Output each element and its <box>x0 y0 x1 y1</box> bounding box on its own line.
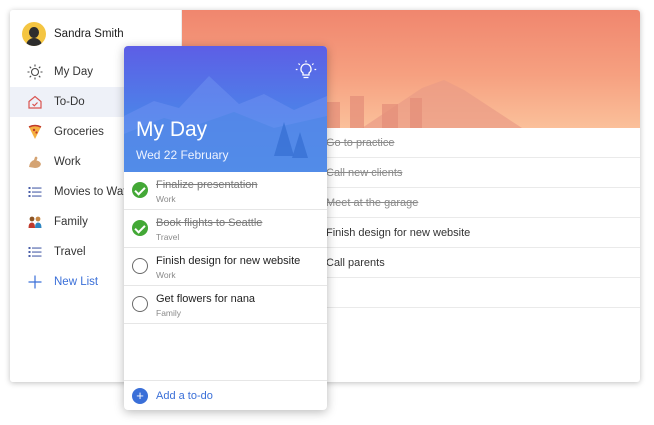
home-icon <box>26 93 44 111</box>
task-title: Finalize presentation <box>156 179 258 191</box>
task-list-name: Travel <box>156 232 180 242</box>
add-todo-button[interactable]: + Add a to-do <box>124 380 327 410</box>
sidebar-item-label: Family <box>54 216 88 228</box>
task-title: Get flowers for nana <box>156 293 256 305</box>
list-icon <box>26 183 44 201</box>
sidebar-item-label: Work <box>54 156 81 168</box>
task-item[interactable]: Get flowers for nana Family <box>124 286 327 324</box>
sidebar-item-label: Groceries <box>54 126 104 138</box>
sun-icon <box>26 63 44 81</box>
page-title: My Day <box>136 118 208 141</box>
task-list-name: Work <box>156 270 176 280</box>
screen: Sandra Smith My Day To-Do Groceries Work… <box>0 0 654 425</box>
user-profile[interactable]: Sandra Smith <box>22 21 124 47</box>
sidebar-item-label: To-Do <box>54 96 85 108</box>
task-item[interactable]: Finish design for new website Work <box>124 248 327 286</box>
plus-circle-icon: + <box>132 387 148 404</box>
add-todo-label: Add a to-do <box>156 389 213 402</box>
task-item[interactable]: Book flights to Seattle Travel <box>124 210 327 248</box>
pizza-icon <box>26 123 44 141</box>
user-name: Sandra Smith <box>54 28 124 40</box>
family-icon <box>26 213 44 231</box>
avatar <box>22 22 46 46</box>
sidebar-item-label: Travel <box>54 246 86 258</box>
new-list-label: New List <box>54 276 99 288</box>
my-day-header: My Day Wed 22 February <box>124 46 327 172</box>
completed-check-icon[interactable] <box>132 182 148 198</box>
task-list-name: Family <box>156 308 182 318</box>
sidebar-item-label: My Day <box>54 66 93 78</box>
plus-icon <box>26 273 44 291</box>
page-date: Wed 22 February <box>136 148 229 162</box>
my-day-card: My Day Wed 22 February Finalize presenta… <box>124 46 327 410</box>
my-day-task-list: Finalize presentation Work Book flights … <box>124 172 327 324</box>
list-icon <box>26 243 44 261</box>
empty-check-circle-icon[interactable] <box>132 296 148 312</box>
task-item[interactable]: Finalize presentation Work <box>124 172 327 210</box>
task-list-name: Work <box>156 194 176 204</box>
suggestions-lightbulb-icon[interactable] <box>295 60 317 82</box>
flex-arm-icon <box>26 153 44 171</box>
task-title: Book flights to Seattle <box>156 217 263 229</box>
task-title: Finish design for new website <box>156 255 301 267</box>
empty-check-circle-icon[interactable] <box>132 258 148 274</box>
completed-check-icon[interactable] <box>132 220 148 236</box>
